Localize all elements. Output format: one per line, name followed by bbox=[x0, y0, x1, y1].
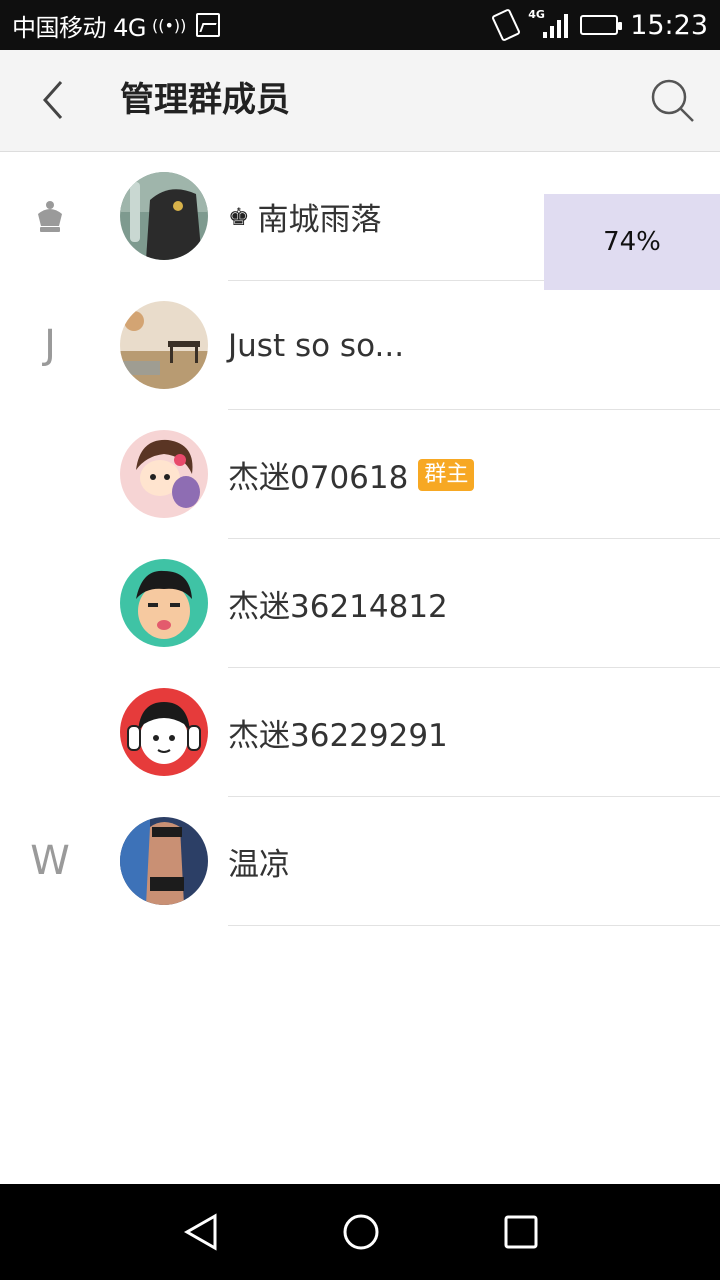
battery-charging-icon bbox=[580, 15, 623, 35]
member-name: ♚ 南城雨落 bbox=[228, 152, 382, 281]
clock: 15:23 bbox=[630, 9, 708, 41]
nav-back-button[interactable] bbox=[177, 1208, 225, 1256]
avatar[interactable] bbox=[120, 301, 208, 389]
group-owner-badge: 群主 bbox=[418, 458, 475, 491]
divider bbox=[228, 925, 720, 926]
member-name: 杰迷36214812 bbox=[228, 539, 448, 668]
member-name-text: 杰迷36214812 bbox=[228, 589, 448, 625]
index-letter: W bbox=[30, 838, 70, 884]
cell-signal-icon: 4G bbox=[528, 8, 569, 40]
nav-recents-button[interactable] bbox=[497, 1208, 545, 1256]
search-icon bbox=[651, 79, 694, 122]
navigation-bar bbox=[0, 1184, 720, 1280]
crown-index-icon bbox=[38, 200, 62, 232]
member-name: Just so so... bbox=[228, 281, 404, 410]
page-title: 管理群成员 bbox=[120, 80, 290, 120]
member-row[interactable]: 杰迷36214812 bbox=[0, 539, 720, 668]
app-bar: 管理群成员 bbox=[0, 50, 720, 152]
member-row[interactable]: W 温凉 bbox=[0, 797, 720, 926]
gallery-icon bbox=[196, 13, 221, 37]
status-bar: 中国移动 4G ((•)) 4G 15:23 bbox=[0, 0, 720, 50]
carrier-label: 中国移动 4G bbox=[12, 13, 147, 42]
member-name-text: Just so so... bbox=[228, 327, 405, 364]
vibrate-icon bbox=[491, 8, 522, 42]
member-name: 杰迷070618 群主 bbox=[228, 410, 475, 539]
search-button[interactable] bbox=[648, 76, 698, 126]
progress-text: 74% bbox=[603, 227, 661, 257]
progress-indicator: 74% bbox=[544, 194, 720, 290]
signal-tower-icon: ((•)) bbox=[152, 15, 187, 35]
status-right: 4G 15:23 bbox=[491, 0, 708, 50]
nav-home-icon bbox=[343, 1214, 379, 1250]
avatar[interactable] bbox=[120, 430, 208, 518]
avatar[interactable] bbox=[120, 172, 208, 260]
member-name-text: 南城雨落 bbox=[257, 202, 382, 238]
member-name-text: 杰迷070618 bbox=[228, 460, 409, 496]
member-name-text: 杰迷36229291 bbox=[228, 718, 448, 754]
index-crown bbox=[0, 152, 100, 281]
member-name: 温凉 bbox=[228, 797, 290, 926]
nav-back-icon bbox=[183, 1213, 217, 1251]
member-row[interactable]: J Just so so... bbox=[0, 281, 720, 410]
member-row[interactable]: 杰迷070618 群主 bbox=[0, 410, 720, 539]
member-row[interactable]: 杰迷36229291 bbox=[0, 668, 720, 797]
avatar[interactable] bbox=[120, 559, 208, 647]
avatar[interactable] bbox=[120, 688, 208, 776]
avatar[interactable] bbox=[120, 817, 208, 905]
nav-recents-icon bbox=[504, 1215, 538, 1249]
nav-home-button[interactable] bbox=[337, 1208, 385, 1256]
member-name: 杰迷36229291 bbox=[228, 668, 448, 797]
status-left: 中国移动 4G ((•)) bbox=[12, 0, 221, 50]
back-button[interactable] bbox=[30, 76, 78, 124]
crown-icon: ♚ bbox=[228, 202, 250, 231]
chevron-left-icon bbox=[42, 81, 63, 119]
index-letter: J bbox=[44, 322, 56, 368]
member-name-text: 温凉 bbox=[228, 847, 290, 883]
